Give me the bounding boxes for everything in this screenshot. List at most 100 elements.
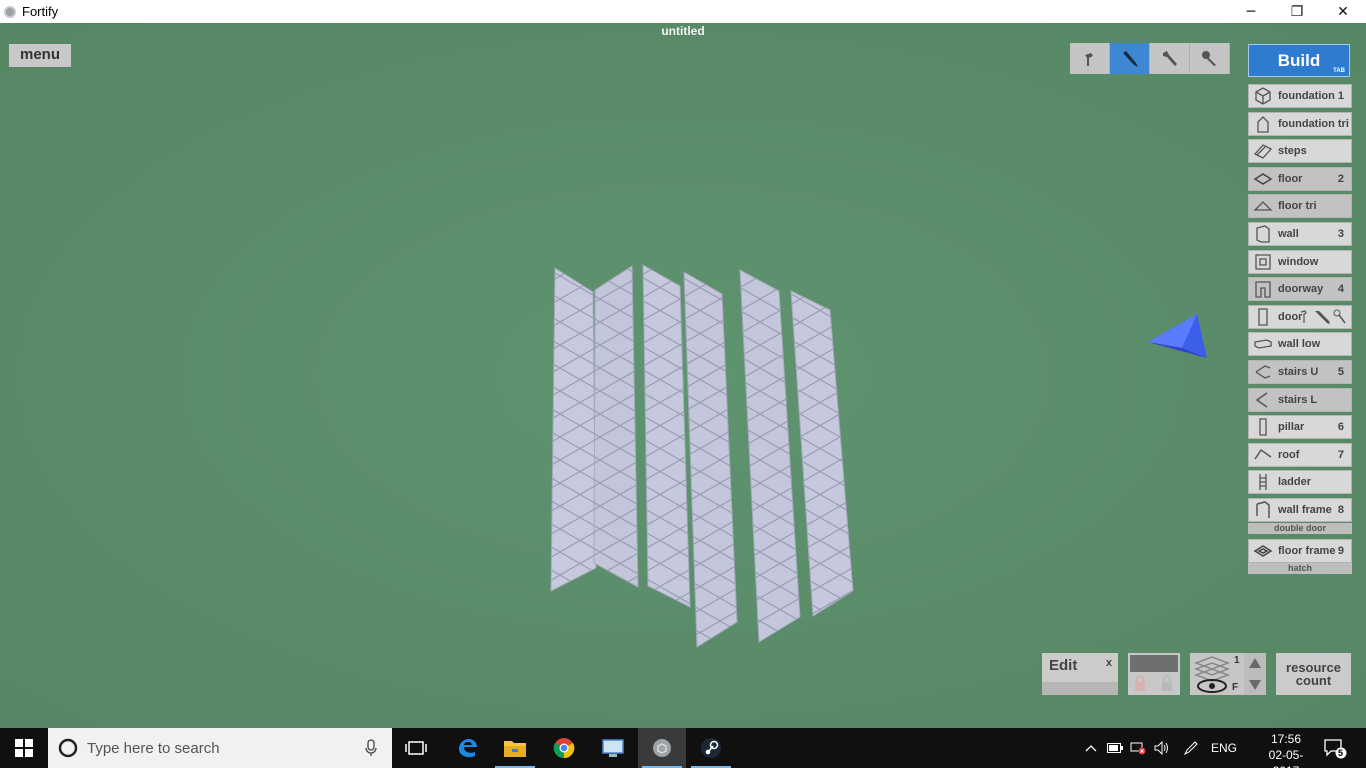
computer-icon	[602, 739, 624, 757]
microphone-icon[interactable]	[364, 739, 378, 757]
taskbar-clock[interactable]: 17:56 02-05-2017	[1256, 731, 1316, 768]
taskbar-edge[interactable]	[443, 728, 491, 768]
wall-panel-2[interactable]	[593, 265, 639, 588]
door-tool-icons	[1299, 309, 1347, 330]
start-button[interactable]	[0, 728, 48, 768]
stairs-u-icon	[1252, 362, 1274, 382]
window-title: Fortify	[22, 4, 59, 19]
build-item-label: floor tri	[1278, 200, 1317, 213]
search-placeholder: Type here to search	[87, 739, 220, 757]
resource-count-button[interactable]: resource count	[1276, 653, 1351, 695]
build-item-stairs-u[interactable]: stairs U 5	[1248, 359, 1352, 384]
wall-panel-3[interactable]	[642, 264, 691, 608]
build-item-floor[interactable]: floor 2	[1248, 166, 1352, 191]
layer-up-arrow-icon[interactable]	[1244, 654, 1266, 674]
wall-panel-1[interactable]	[550, 267, 597, 592]
maximize-button[interactable]: ❐	[1274, 0, 1320, 23]
layer-down-arrow-icon[interactable]	[1244, 674, 1266, 694]
edit-panel[interactable]: Edit x	[1042, 653, 1118, 695]
tool-bar	[1070, 43, 1230, 74]
lock-panel[interactable]	[1128, 653, 1180, 695]
build-item-roof[interactable]: roof 7	[1248, 442, 1352, 467]
build-item-hotkey: 5	[1337, 365, 1344, 378]
key-tool-icon[interactable]	[1190, 43, 1230, 74]
floor-tri-icon	[1252, 196, 1274, 216]
build-item-hotkey: 1	[1337, 90, 1344, 102]
build-item-foundation-tri[interactable]: foundation tri	[1248, 111, 1352, 136]
network-disconnected-icon[interactable]	[1127, 728, 1149, 768]
build-item-wall[interactable]: wall 3	[1248, 221, 1352, 246]
scene-canvas[interactable]	[0, 23, 1366, 728]
wall-low-icon	[1252, 334, 1274, 354]
minimize-button[interactable]: ─	[1228, 0, 1274, 23]
build-item-foundation[interactable]: foundation 1	[1248, 84, 1352, 108]
hammer-tool-icon[interactable]	[1070, 43, 1110, 74]
build-item-hotkey: 2	[1337, 172, 1344, 185]
build-item-floor-frame[interactable]: floor frame 9	[1248, 538, 1352, 563]
edit-label: Edit	[1049, 657, 1078, 674]
build-item-label: wall frame	[1278, 503, 1332, 516]
brush-tool-icon[interactable]	[1110, 43, 1150, 74]
steam-icon	[701, 738, 721, 758]
wall-panel-4[interactable]	[683, 271, 738, 648]
build-item-hotkey: 9	[1337, 544, 1344, 557]
build-subitem-double-door[interactable]: double door	[1248, 522, 1352, 534]
pen-icon[interactable]	[1180, 728, 1202, 768]
build-item-pillar[interactable]: pillar 6	[1248, 415, 1352, 440]
taskbar-file-explorer[interactable]	[491, 728, 539, 768]
build-item-label: stairs U	[1278, 365, 1319, 378]
wrench-tool-icon[interactable]	[1150, 43, 1190, 74]
game-viewport[interactable]: untitled menu Build TAB foundation 1 fou…	[0, 23, 1366, 728]
fortify-icon	[653, 739, 671, 757]
build-item-label: doorway	[1278, 283, 1324, 296]
build-item-label: steps	[1278, 145, 1307, 158]
notification-count: 5	[1338, 748, 1344, 758]
cortana-circle-icon	[58, 738, 78, 758]
action-center-button[interactable]: 5	[1320, 728, 1350, 768]
build-item-label: stairs L	[1278, 393, 1318, 406]
build-item-label: wall low	[1278, 338, 1321, 351]
wall-frame-icon	[1252, 500, 1274, 520]
build-item-floor-tri[interactable]: floor tri	[1248, 194, 1352, 219]
task-view-button[interactable]	[392, 728, 440, 768]
taskbar-steam[interactable]	[687, 728, 735, 768]
language-indicator[interactable]: ENG	[1208, 728, 1240, 768]
build-item-label: foundation	[1278, 90, 1335, 102]
build-subitem-hatch[interactable]: hatch	[1248, 563, 1352, 575]
edit-close-button[interactable]: x	[1106, 657, 1112, 669]
layers-icon[interactable]	[1192, 653, 1232, 695]
build-item-hotkey: 3	[1337, 227, 1344, 240]
build-item-label: floor frame	[1278, 544, 1336, 557]
battery-icon[interactable]	[1104, 728, 1126, 768]
tray-chevron-up-icon[interactable]	[1080, 728, 1102, 768]
taskbar-fortify[interactable]	[638, 728, 686, 768]
close-button[interactable]: ✕	[1320, 0, 1366, 23]
door-icon	[1252, 307, 1274, 327]
windows-logo-icon	[15, 739, 33, 757]
edit-strip	[1042, 682, 1118, 695]
build-item-wall-frame[interactable]: wall frame 8	[1248, 497, 1352, 522]
build-button[interactable]: Build TAB	[1248, 44, 1350, 77]
window-icon	[1252, 252, 1274, 272]
build-item-label: floor	[1278, 172, 1303, 185]
build-item-door[interactable]: door	[1248, 304, 1352, 330]
build-item-doorway[interactable]: doorway 4	[1248, 277, 1352, 302]
build-item-steps[interactable]: steps	[1248, 139, 1352, 164]
edge-icon	[459, 739, 477, 758]
taskbar-remote-desktop[interactable]	[589, 728, 637, 768]
volume-icon[interactable]	[1151, 728, 1173, 768]
taskbar-search[interactable]: Type here to search	[48, 728, 392, 768]
wall-panel-5[interactable]	[739, 269, 801, 643]
foundation-tri-icon	[1252, 114, 1274, 134]
folder-icon	[504, 741, 526, 757]
build-item-window[interactable]: window	[1248, 249, 1352, 274]
build-item-ladder[interactable]: ladder	[1248, 470, 1352, 495]
taskbar-chrome[interactable]	[540, 728, 588, 768]
build-item-wall-low[interactable]: wall low	[1248, 332, 1352, 357]
lock-icon[interactable]	[1128, 674, 1180, 694]
build-item-stairs-l[interactable]: stairs L	[1248, 387, 1352, 412]
pillar-icon	[1252, 417, 1274, 437]
chrome-icon	[553, 738, 575, 759]
wall-panel-6[interactable]	[790, 290, 854, 617]
steps-icon	[1252, 141, 1274, 161]
